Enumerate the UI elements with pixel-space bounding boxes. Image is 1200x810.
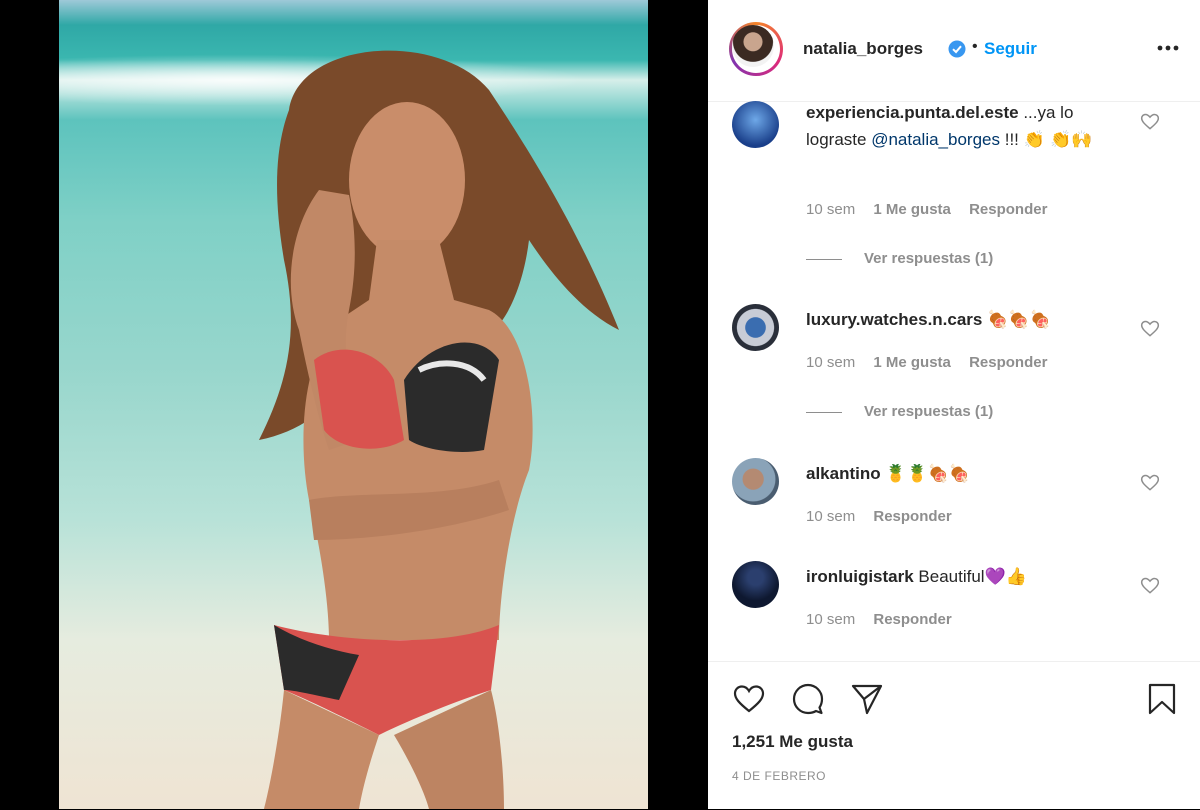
like-heart-icon[interactable] xyxy=(732,682,766,716)
comment-emoji: 🍖🍖🍖 xyxy=(987,310,1051,330)
comment-avatar[interactable] xyxy=(732,561,779,608)
comment-emoji: 💜👍 xyxy=(984,567,1027,587)
comment-body: ironluigistark Beautiful💜👍 xyxy=(806,563,1106,591)
share-paper-plane-icon[interactable] xyxy=(850,682,884,716)
view-replies-label: Ver respuestas (1) xyxy=(864,250,994,267)
view-replies-label: Ver respuestas (1) xyxy=(864,403,994,420)
more-options-icon[interactable] xyxy=(1154,36,1182,60)
comment-avatar[interactable] xyxy=(732,101,779,148)
comments-list: experiencia.punta.del.este ...ya lo logr… xyxy=(708,101,1200,661)
likes-count[interactable]: 1,251 Me gusta xyxy=(732,732,853,752)
comment-likes[interactable]: 1 Me gusta xyxy=(873,201,951,218)
comment-body: alkantino 🍍🍍🍖🍖 xyxy=(806,460,1106,488)
comment-time[interactable]: 10 sem xyxy=(806,201,855,218)
reply-button[interactable]: Responder xyxy=(969,201,1047,218)
comment-username[interactable]: luxury.watches.n.cars xyxy=(806,310,982,329)
comment-avatar[interactable] xyxy=(732,304,779,351)
follow-button[interactable]: Seguir xyxy=(984,39,1037,59)
comment-body: luxury.watches.n.cars 🍖🍖🍖 xyxy=(806,306,1106,334)
reply-button[interactable]: Responder xyxy=(873,611,951,628)
author-avatar[interactable] xyxy=(729,22,783,76)
post-actions: 1,251 Me gusta 4 DE FEBRERO xyxy=(708,661,1200,810)
view-replies-button[interactable]: Ver respuestas (1) xyxy=(806,403,993,420)
post-date[interactable]: 4 DE FEBRERO xyxy=(732,769,826,783)
comment-meta: 10 sem Responder xyxy=(806,508,966,525)
comment-meta: 10 sem 1 Me gusta Responder xyxy=(806,354,1061,371)
post-details-panel: natalia_borges • Seguir experiencia.punt… xyxy=(708,0,1200,809)
replies-divider xyxy=(806,258,842,260)
instagram-post-view: natalia_borges • Seguir experiencia.punt… xyxy=(0,0,1200,809)
post-header: natalia_borges • Seguir xyxy=(708,0,1200,102)
comment-meta: 10 sem 1 Me gusta Responder xyxy=(806,201,1061,218)
comment-avatar[interactable] xyxy=(732,458,779,505)
replies-divider xyxy=(806,411,842,413)
comment-username[interactable]: alkantino xyxy=(806,464,881,483)
view-replies-button[interactable]: Ver respuestas (1) xyxy=(806,250,993,267)
comment-body: experiencia.punta.del.este ...ya lo logr… xyxy=(806,101,1106,154)
save-bookmark-icon[interactable] xyxy=(1145,682,1179,716)
comment-username[interactable]: experiencia.punta.del.este xyxy=(806,103,1019,122)
photo-subject xyxy=(259,50,619,809)
comment-like-heart-icon[interactable] xyxy=(1140,473,1160,493)
post-photo[interactable] xyxy=(59,0,648,809)
comment-like-heart-icon[interactable] xyxy=(1140,576,1160,596)
comment-username[interactable]: ironluigistark xyxy=(806,567,914,586)
comment-likes[interactable]: 1 Me gusta xyxy=(873,354,951,371)
media-panel xyxy=(0,0,708,809)
comment-mention[interactable]: @natalia_borges xyxy=(871,130,1000,149)
verified-badge-icon xyxy=(948,40,966,58)
comment-time[interactable]: 10 sem xyxy=(806,354,855,371)
comment-like-heart-icon[interactable] xyxy=(1140,319,1160,339)
author-username[interactable]: natalia_borges xyxy=(803,39,923,59)
comment-meta: 10 sem Responder xyxy=(806,611,966,628)
header-separator: • xyxy=(972,38,978,55)
comment-time[interactable]: 10 sem xyxy=(806,611,855,628)
reply-button[interactable]: Responder xyxy=(969,354,1047,371)
reply-button[interactable]: Responder xyxy=(873,508,951,525)
comment-like-heart-icon[interactable] xyxy=(1140,112,1160,132)
comment-text: Beautiful xyxy=(913,567,985,586)
comment-text: !!! xyxy=(1000,130,1024,149)
comment-time[interactable]: 10 sem xyxy=(806,508,855,525)
comment-emoji: 🍍🍍🍖🍖 xyxy=(885,464,971,484)
comment-emoji: 👏 👏🙌 xyxy=(1023,130,1093,150)
comment-bubble-icon[interactable] xyxy=(791,682,825,716)
